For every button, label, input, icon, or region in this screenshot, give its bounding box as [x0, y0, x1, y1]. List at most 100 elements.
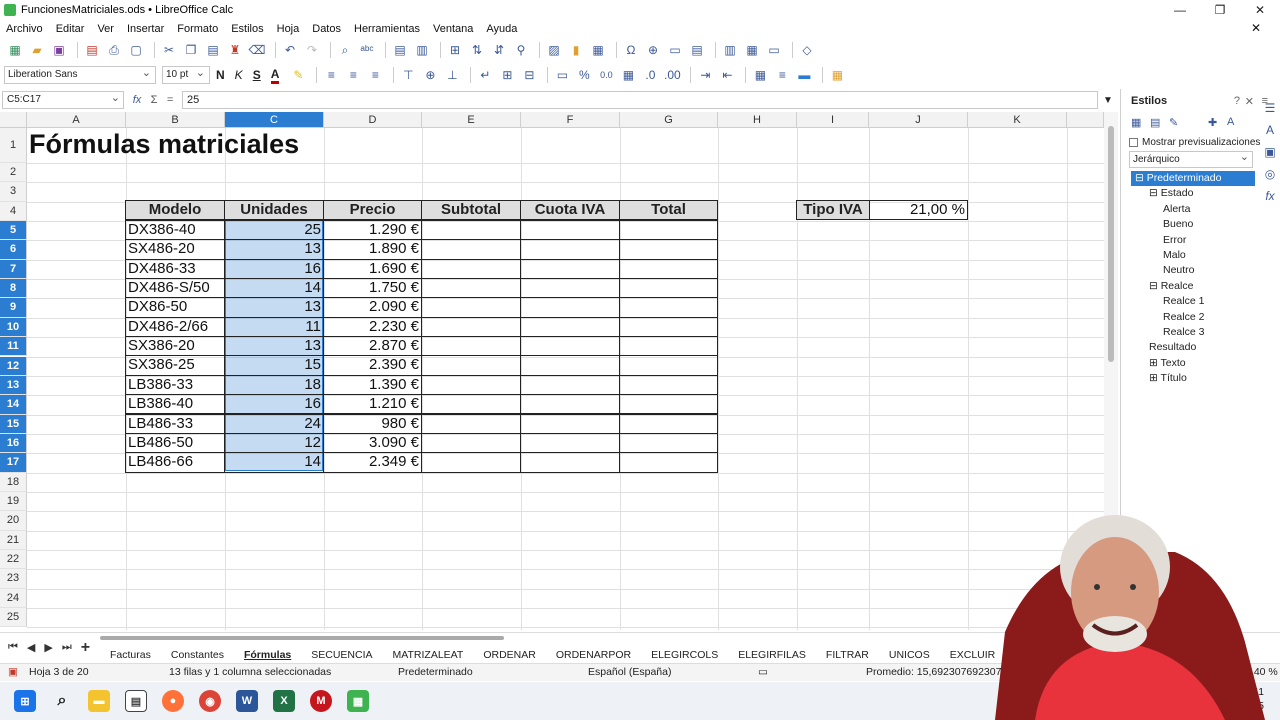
table-cell-border[interactable] — [421, 258, 521, 280]
column-header-k[interactable]: K — [968, 112, 1067, 128]
cut-icon[interactable]: ✂ — [160, 42, 178, 58]
redo-icon[interactable]: ↷ — [303, 42, 321, 58]
align-middle-icon[interactable]: ⊕ — [421, 67, 439, 83]
table-cell-border[interactable] — [619, 374, 718, 396]
header-precio[interactable]: Precio — [323, 200, 422, 220]
style-tree-item[interactable]: Realce 3 — [1131, 325, 1255, 340]
spreadsheet-grid[interactable]: A B C D E F G H I J K 1 2 3 4 5 6 7 8 9 10 11 12 13 1… — [0, 112, 1104, 630]
print-preview-icon[interactable]: ▢ — [127, 42, 145, 58]
header-total[interactable]: Total — [619, 200, 718, 220]
clear-format-icon[interactable]: ⌫ — [248, 42, 266, 58]
style-filter-select[interactable]: Jerárquico — [1129, 150, 1253, 168]
menu-hoja[interactable]: Hoja — [277, 23, 300, 35]
prev-sheet-icon[interactable]: ◀ — [27, 641, 35, 654]
unmerge-icon[interactable]: ⊟ — [520, 67, 538, 83]
row-header-22[interactable]: 22 — [0, 550, 27, 570]
notepad-icon[interactable]: ▤ — [125, 690, 147, 712]
word-icon[interactable]: W — [236, 690, 258, 712]
tree-expander-icon[interactable]: ⊞ — [1149, 357, 1161, 369]
gallery-icon[interactable]: ▣ — [1264, 145, 1275, 159]
menu-ver[interactable]: Ver — [97, 23, 114, 35]
style-tree-item[interactable]: Realce 1 — [1131, 294, 1255, 309]
define-print-area-icon[interactable]: ▥ — [721, 42, 739, 58]
menu-ayuda[interactable]: Ayuda — [486, 23, 517, 35]
copy-icon[interactable]: ❐ — [182, 42, 200, 58]
tipo-iva-label[interactable]: Tipo IVA — [796, 200, 870, 220]
row-header-9[interactable]: 9 — [0, 298, 27, 318]
save-icon[interactable]: ▣ — [50, 42, 68, 58]
sheet-tab[interactable]: UNICOS — [879, 633, 940, 663]
sheet-title[interactable]: Fórmulas matriciales — [29, 129, 299, 160]
clone-format-icon[interactable]: ♜ — [226, 42, 244, 58]
border-style-icon[interactable]: ≡ — [773, 67, 791, 83]
column-icon[interactable]: ▥ — [413, 42, 431, 58]
minimize-button[interactable]: — — [1160, 0, 1200, 20]
libreoffice-calc-icon[interactable]: ▦ — [347, 690, 369, 712]
row-header-25[interactable]: 25 — [0, 608, 27, 628]
table-cell-border[interactable] — [421, 432, 521, 454]
spelling-icon[interactable]: ᵃᵇᶜ — [358, 42, 376, 58]
sort-descending-icon[interactable]: ⇵ — [490, 42, 508, 58]
start-icon[interactable]: ⊞ — [14, 690, 36, 712]
row-header-13[interactable]: 13 — [0, 375, 27, 396]
table-cell-border[interactable] — [520, 452, 620, 473]
mega-icon[interactable]: M — [310, 690, 332, 712]
row-header-20[interactable]: 20 — [0, 511, 27, 531]
row-header-19[interactable]: 19 — [0, 491, 27, 512]
menu-estilos[interactable]: Estilos — [231, 23, 263, 35]
row-header-8[interactable]: 8 — [0, 279, 27, 299]
tree-expander-icon[interactable]: ⊟ — [1149, 187, 1161, 199]
style-tree-item[interactable]: ⊟ Realce — [1131, 279, 1255, 294]
sum-icon[interactable]: Σ — [151, 94, 158, 106]
table-cell-border[interactable] — [619, 278, 718, 299]
table-cell-border[interactable] — [421, 413, 521, 434]
table-cell-border[interactable] — [421, 278, 521, 299]
freeze-rows-icon[interactable]: ▦ — [743, 42, 761, 58]
header-subtotal[interactable]: Subtotal — [421, 200, 521, 220]
row-header-7[interactable]: 7 — [0, 259, 27, 280]
sheet-tab[interactable]: ELEGIRFILAS — [728, 633, 816, 663]
align-right-icon[interactable]: ≡ — [366, 67, 384, 83]
properties-icon[interactable]: ☰ — [1265, 101, 1276, 115]
row-header-18[interactable]: 18 — [0, 472, 27, 492]
column-header-j[interactable]: J — [869, 112, 968, 128]
table-cell-border[interactable] — [520, 336, 620, 357]
row-header-11[interactable]: 11 — [0, 337, 27, 357]
underline-button[interactable]: S — [253, 68, 261, 82]
align-top-icon[interactable]: ⊤ — [399, 67, 417, 83]
highlight-icon[interactable]: ✎ — [289, 67, 307, 83]
align-bottom-icon[interactable]: ⊥ — [443, 67, 461, 83]
corner-select-all[interactable] — [0, 112, 27, 128]
special-character-icon[interactable]: Ω — [622, 42, 640, 58]
row-header-21[interactable]: 21 — [0, 530, 27, 550]
first-sheet-icon[interactable]: ⏮ — [8, 641, 18, 654]
close-button[interactable]: ✕ — [1240, 0, 1280, 20]
menu-insertar[interactable]: Insertar — [127, 23, 164, 35]
align-left-icon[interactable]: ≡ — [322, 67, 340, 83]
currency-icon[interactable]: ▭ — [553, 67, 571, 83]
menu-ventana[interactable]: Ventana — [433, 23, 473, 35]
style-tree-item[interactable]: Realce 2 — [1131, 310, 1255, 325]
row-header-23[interactable]: 23 — [0, 569, 27, 589]
export-pdf-icon[interactable]: ▤ — [83, 42, 101, 58]
formula-icon[interactable]: = — [167, 94, 173, 106]
style-tree-item[interactable]: ⊟ Estado — [1131, 186, 1255, 201]
scrollbar-thumb[interactable] — [1108, 126, 1114, 362]
table-cell-border[interactable] — [520, 394, 620, 415]
menu-datos[interactable]: Datos — [312, 23, 341, 35]
table-cell-border[interactable] — [421, 394, 521, 415]
table-cell-border[interactable] — [520, 316, 620, 338]
preview-checkbox[interactable]: Mostrar previsualizaciones — [1121, 133, 1280, 151]
merge-icon[interactable]: ⊞ — [446, 42, 464, 58]
table-cell-border[interactable] — [619, 355, 718, 376]
paste-icon[interactable]: ▤ — [204, 42, 222, 58]
table-cell-border[interactable] — [421, 220, 521, 241]
table-cell-border[interactable] — [421, 336, 521, 357]
last-sheet-icon[interactable]: ⏭ — [62, 641, 72, 654]
row-header-17[interactable]: 17 — [0, 453, 27, 473]
table-cell-border[interactable] — [421, 374, 521, 396]
show-draw-functions-icon[interactable]: ◇ — [798, 42, 816, 58]
column-header-h[interactable]: H — [718, 112, 797, 128]
add-sheet-icon[interactable]: + — [81, 639, 90, 657]
menu-archivo[interactable]: Archivo — [6, 23, 43, 35]
